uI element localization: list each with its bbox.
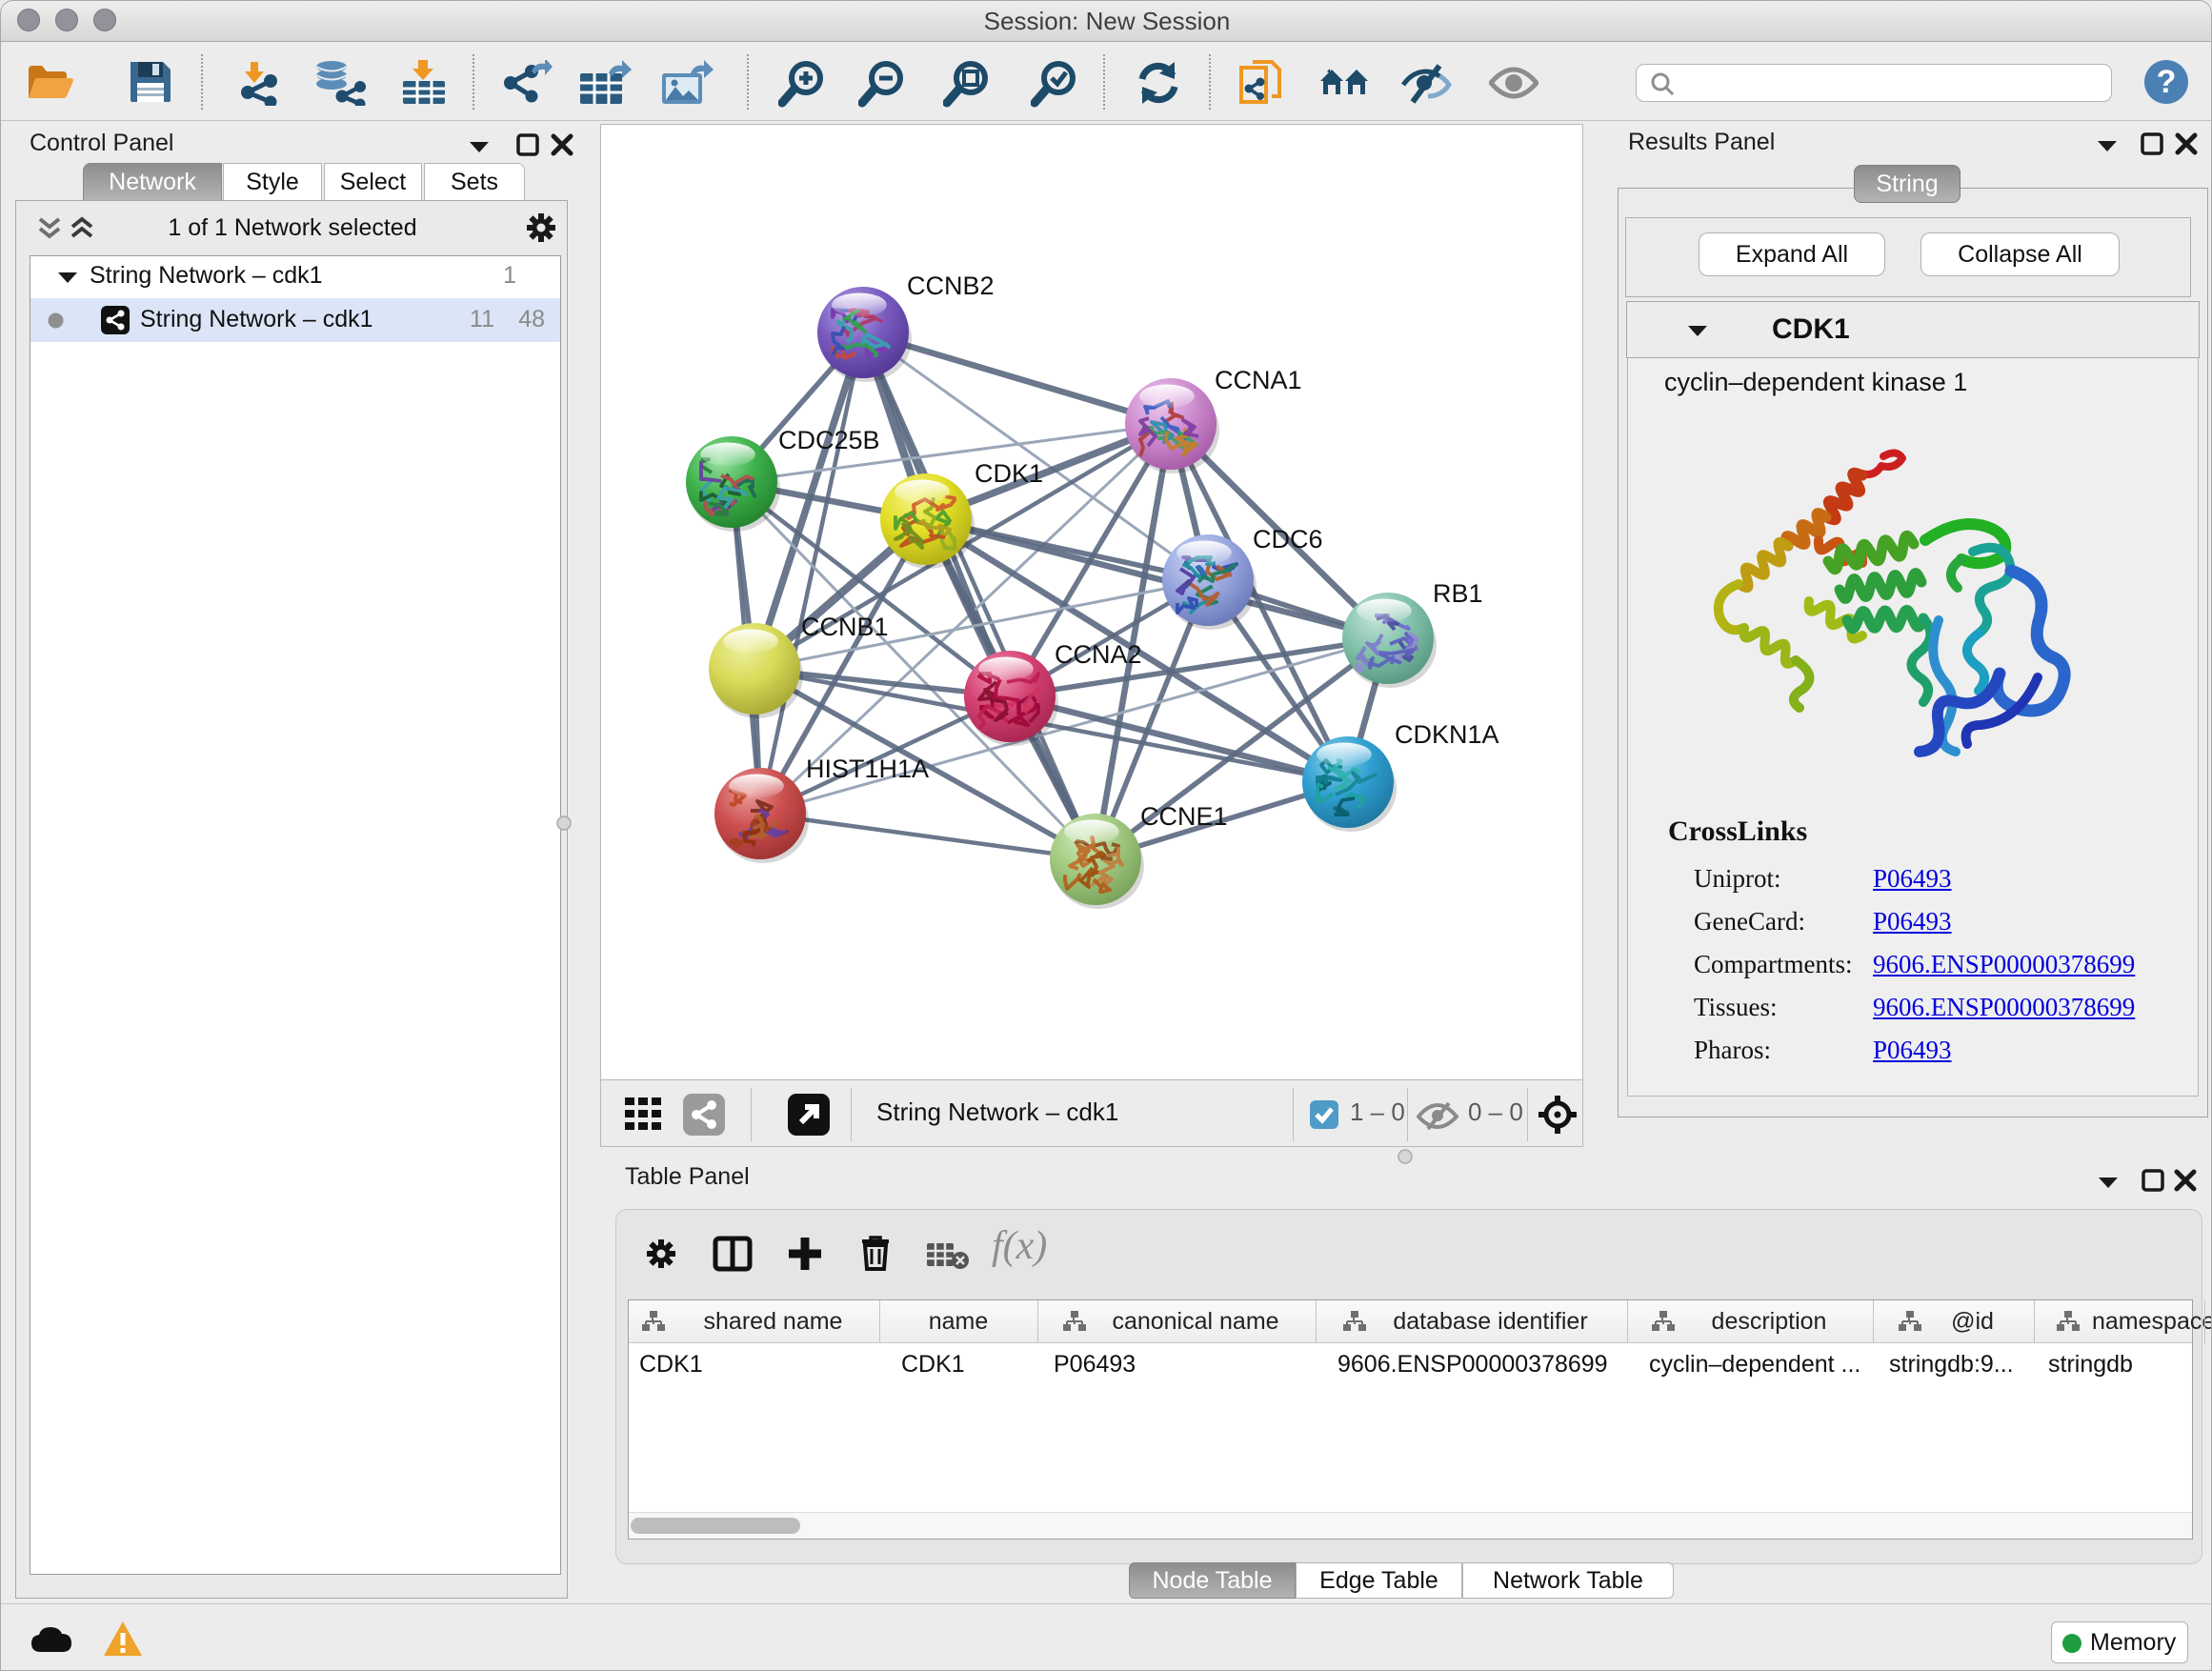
svg-text:?: ? xyxy=(2157,64,2177,100)
svg-text:CDK1: CDK1 xyxy=(975,459,1043,488)
svg-text:CDKN1A: CDKN1A xyxy=(1395,720,1499,749)
svg-text:CDC25B: CDC25B xyxy=(778,426,880,454)
svg-text:RB1: RB1 xyxy=(1433,579,1483,608)
svg-text:CCNB2: CCNB2 xyxy=(907,272,995,300)
svg-text:CCNE1: CCNE1 xyxy=(1140,802,1228,831)
svg-text:HIST1H1A: HIST1H1A xyxy=(806,755,929,783)
svg-text:CCNA1: CCNA1 xyxy=(1215,366,1302,394)
svg-text:CDC6: CDC6 xyxy=(1253,525,1323,554)
svg-text:CCNB1: CCNB1 xyxy=(801,613,889,641)
svg-text:CCNA2: CCNA2 xyxy=(1055,640,1142,669)
